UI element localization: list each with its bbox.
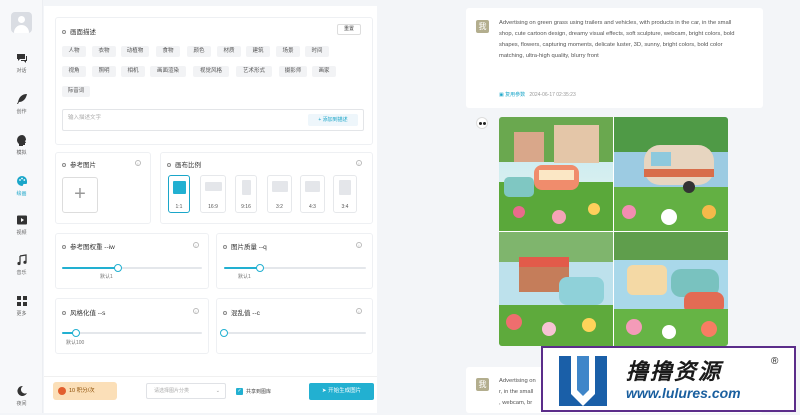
- aspect-title: 画布比例: [167, 159, 201, 169]
- watermark-url: www.lulures.com: [626, 385, 741, 401]
- reference-title: 参考图片: [62, 159, 96, 169]
- generate-button[interactable]: ➤ 开始生成图片: [309, 383, 374, 400]
- sidebar-item-music[interactable]: 音乐: [0, 254, 43, 284]
- slider-default: 默认1: [100, 274, 113, 280]
- tag[interactable]: 艺术形式: [236, 66, 272, 77]
- info-icon[interactable]: i: [193, 308, 199, 314]
- user-avatar: 我: [476, 378, 489, 391]
- feather-icon: [16, 94, 27, 104]
- tag[interactable]: 照明: [92, 66, 116, 77]
- sidebar-item-draw[interactable]: 绘画: [0, 175, 43, 205]
- tag[interactable]: 衣物: [92, 46, 116, 57]
- slider-title: 风格化值 --s: [62, 307, 105, 317]
- tag[interactable]: 摄影师: [279, 66, 307, 77]
- tag[interactable]: 食物: [156, 46, 180, 57]
- tag[interactable]: 画面渲染: [150, 66, 186, 77]
- add-to-description-button[interactable]: + 添加到描述: [308, 114, 358, 126]
- slider-knob[interactable]: [114, 264, 122, 272]
- reuse-button[interactable]: ▣ 复用参数: [499, 92, 525, 98]
- info-icon[interactable]: i: [193, 242, 199, 248]
- watermark-title: 撸撸资源: [626, 359, 723, 384]
- ratio-option[interactable]: 1:1: [168, 175, 190, 213]
- avatar[interactable]: [11, 12, 32, 33]
- grid-icon: [16, 296, 27, 306]
- palette-icon: [16, 176, 27, 186]
- sidebar-item-video[interactable]: 视频: [0, 214, 43, 244]
- video-icon: [16, 215, 27, 225]
- sidebar-item-chat[interactable]: 对话: [0, 52, 43, 82]
- sidebar-item-label: 视频: [16, 230, 27, 236]
- category-select[interactable]: 请选择图片分类 ⌄: [146, 383, 226, 399]
- sidebar-item-label: 更多: [16, 311, 27, 317]
- sidebar-item-simulate[interactable]: 模拟: [0, 134, 43, 164]
- ratio-option[interactable]: 3:4: [333, 175, 357, 213]
- brain-icon: [16, 135, 26, 146]
- tag[interactable]: 人物: [62, 46, 86, 57]
- theme-toggle[interactable]: 夜间: [0, 385, 43, 415]
- slider-track[interactable]: [62, 332, 202, 334]
- sidebar-item-create[interactable]: 创作: [0, 93, 43, 123]
- slider-fill: [62, 267, 118, 269]
- prompt-text: Advertising on green grass using trailer…: [499, 20, 735, 59]
- tag[interactable]: 材质: [217, 46, 241, 57]
- slider-title: 图片质量 --q: [223, 241, 267, 251]
- info-icon[interactable]: i: [356, 160, 362, 166]
- credits-badge: 10 积分/次: [53, 382, 117, 400]
- info-icon[interactable]: i: [135, 160, 141, 166]
- slider-knob[interactable]: [72, 329, 80, 337]
- tag[interactable]: 视觉风格: [193, 66, 229, 77]
- chevron-down-icon: ⌄: [215, 388, 220, 394]
- share-checkbox[interactable]: ✓: [236, 388, 243, 395]
- sidebar-item-label: 绘画: [16, 191, 27, 197]
- sidebar-item-label: 模拟: [16, 150, 27, 156]
- sidebar-item-label: 创作: [16, 109, 27, 115]
- slider-title: 混乱值 --c: [223, 307, 260, 317]
- slider-default: 默认1: [238, 274, 251, 280]
- ratio-option[interactable]: 16:9: [200, 175, 226, 213]
- generated-image[interactable]: [499, 117, 728, 346]
- watermark: 撸撸资源 ® www.lulures.com: [541, 346, 796, 412]
- tag[interactable]: 视角: [62, 66, 86, 77]
- info-icon[interactable]: i: [356, 308, 362, 314]
- info-icon[interactable]: i: [356, 242, 362, 248]
- slider-default: 默认100: [66, 340, 85, 346]
- music-icon: [16, 254, 27, 266]
- ratio-option[interactable]: 3:2: [267, 175, 292, 213]
- upload-button[interactable]: +: [62, 177, 98, 213]
- user-avatar: 我: [476, 20, 489, 33]
- ratio-option[interactable]: 9:16: [235, 175, 257, 213]
- watermark-reg: ®: [771, 356, 779, 367]
- theme-label: 夜间: [16, 401, 27, 407]
- slider-fill: [224, 267, 260, 269]
- tag[interactable]: 际音词: [62, 86, 90, 97]
- tag[interactable]: 相机: [121, 66, 145, 77]
- slider-knob[interactable]: [255, 264, 264, 272]
- tag[interactable]: 时间: [305, 46, 329, 57]
- moon-icon: [16, 385, 27, 396]
- chat-icon: [16, 54, 27, 63]
- tag[interactable]: 场景: [276, 46, 300, 57]
- campers-illustration: [499, 117, 728, 346]
- ratio-option[interactable]: 4:3: [300, 175, 325, 213]
- slider-title: 参考图权重 --iw: [62, 241, 115, 251]
- coin-icon: [58, 387, 66, 395]
- sidebar: 对话 创作 模拟 绘画 视频 音乐 更多 夜间: [0, 0, 43, 413]
- slider-track[interactable]: [224, 332, 366, 334]
- prompt-text: Advertising on r, in the small , webcam,…: [499, 378, 536, 406]
- share-label: 共享到图库: [246, 389, 272, 395]
- slider-knob[interactable]: [220, 329, 228, 337]
- sidebar-item-label: 音乐: [16, 270, 27, 276]
- tag[interactable]: 建筑: [246, 46, 270, 57]
- timestamp: 2024-06-17 02:35:23: [529, 92, 576, 98]
- bot-avatar: [476, 117, 488, 129]
- message-meta: ▣ 复用参数 2024-06-17 02:35:23: [499, 91, 576, 98]
- watermark-logo: [559, 356, 607, 406]
- description-title: 画面描述: [62, 26, 96, 36]
- sidebar-item-more[interactable]: 更多: [0, 295, 43, 325]
- reset-button[interactable]: 重置: [337, 24, 361, 35]
- tag[interactable]: 画家: [312, 66, 336, 77]
- sidebar-item-label: 对话: [16, 68, 27, 74]
- tag[interactable]: 动植物: [121, 46, 149, 57]
- tag[interactable]: 颜色: [187, 46, 211, 57]
